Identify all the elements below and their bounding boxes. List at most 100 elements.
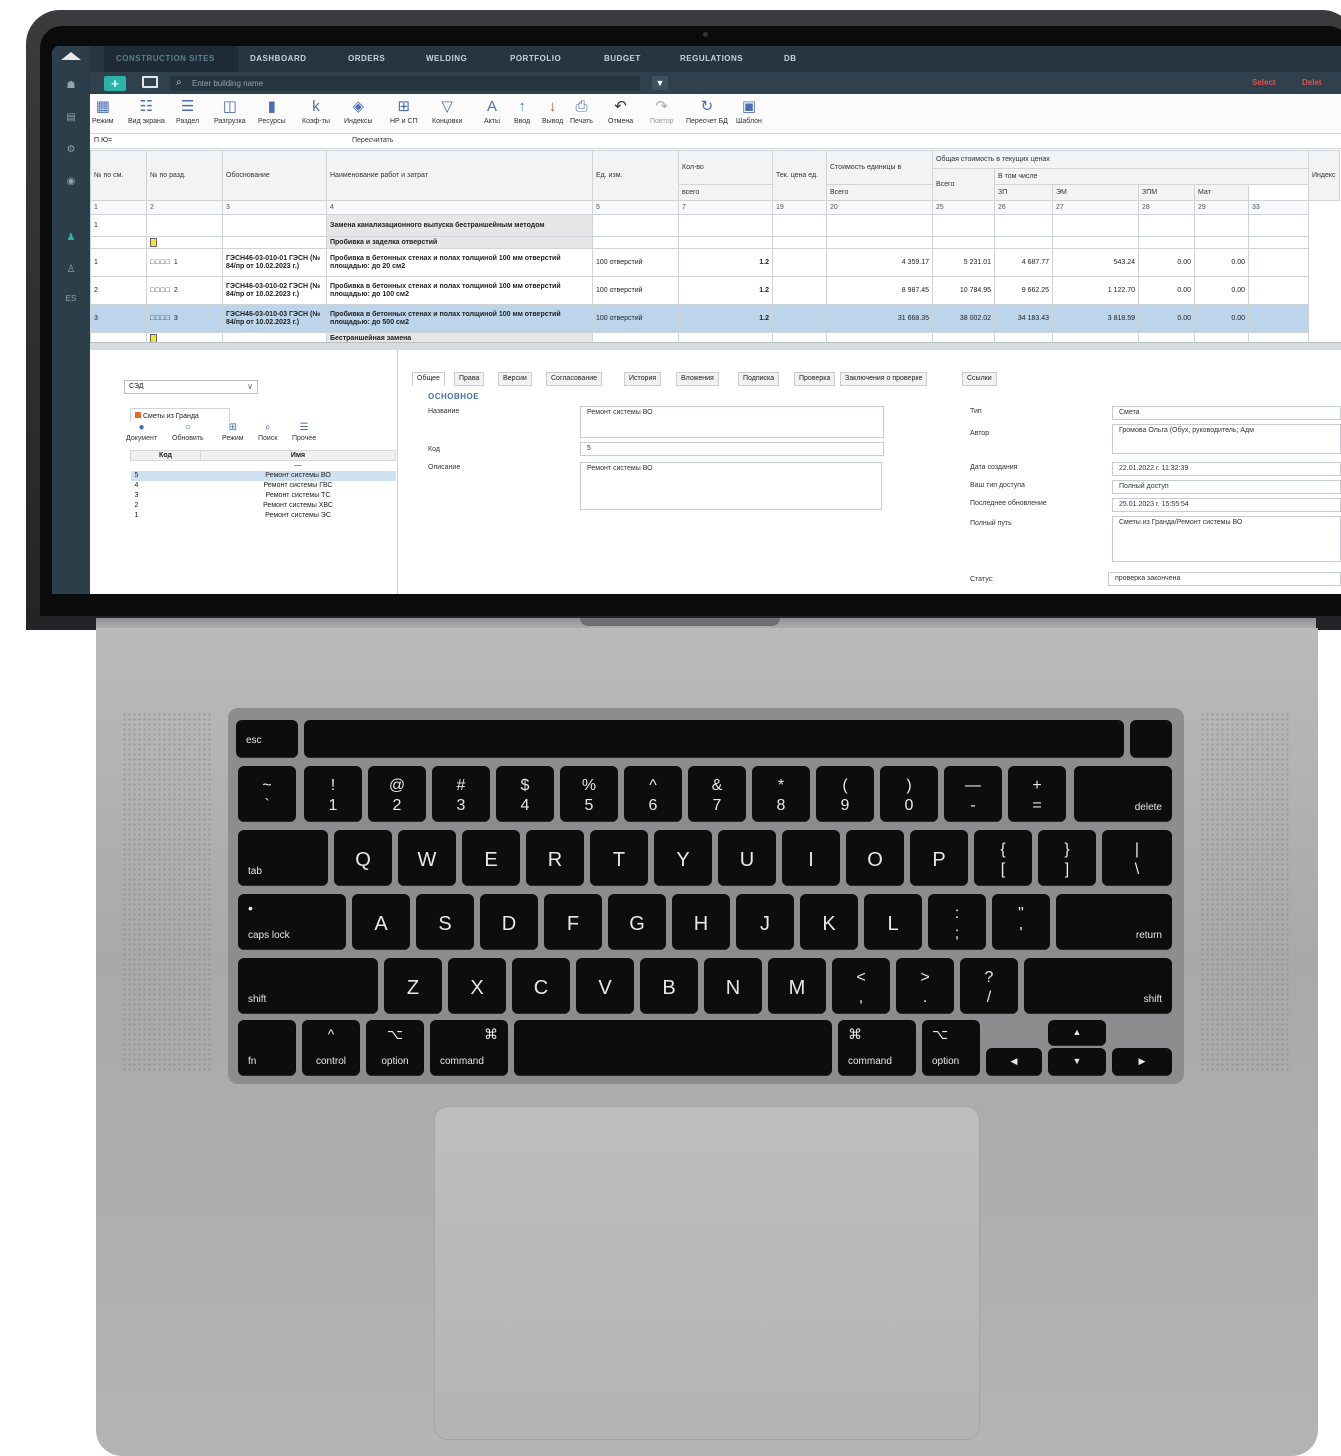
key-delete[interactable]: delete bbox=[1074, 766, 1172, 822]
key-w[interactable]: W bbox=[398, 830, 456, 886]
key-h[interactable]: H bbox=[672, 894, 730, 950]
redo-button[interactable]: ↷ Повтор bbox=[650, 96, 673, 125]
user-icon[interactable]: ♟ bbox=[52, 232, 90, 243]
tab-rights[interactable]: Права bbox=[454, 372, 485, 386]
mode-button[interactable]: ▦ Режим bbox=[92, 96, 114, 125]
key-caps-lock[interactable]: • caps lock bbox=[238, 894, 346, 950]
view-button[interactable]: ☷ Вид экрана bbox=[128, 96, 165, 125]
key-e[interactable]: E bbox=[462, 830, 520, 886]
key-period[interactable]: >. bbox=[896, 958, 954, 1014]
add-button[interactable]: + bbox=[104, 76, 126, 91]
description-field[interactable]: Ремонт системы ВО bbox=[580, 462, 882, 510]
tab-subscription[interactable]: Подписка bbox=[738, 372, 780, 386]
key-minus[interactable]: — - bbox=[944, 766, 1002, 822]
endings-button[interactable]: ▽ Концовки bbox=[432, 96, 462, 125]
key-quote[interactable]: " ' bbox=[992, 894, 1050, 950]
key-6[interactable]: ^ 6 bbox=[624, 766, 682, 822]
key-0[interactable]: ) 0 bbox=[880, 766, 938, 822]
key-1[interactable]: ! 1 bbox=[304, 766, 362, 822]
key-arrow-left[interactable]: ◀ bbox=[986, 1048, 1042, 1076]
eye-icon[interactable]: ◉ bbox=[52, 176, 90, 187]
list-item[interactable]: 1 Ремонт системы ЭС bbox=[131, 511, 396, 521]
author-field[interactable]: Громова Ольга (Обух, руководитель; Адм bbox=[1112, 424, 1341, 454]
folder-icon[interactable] bbox=[142, 76, 158, 88]
key-shift-right[interactable]: shift bbox=[1024, 958, 1172, 1014]
key-3[interactable]: #3 bbox=[432, 766, 490, 822]
key-t[interactable]: T bbox=[590, 830, 648, 886]
key-shift-left[interactable]: shift bbox=[238, 958, 378, 1014]
key-backtick[interactable]: ~ ` bbox=[238, 766, 296, 822]
more-button[interactable]: ☰ Прочее bbox=[292, 422, 316, 442]
undo-button[interactable]: ↶ Отмена bbox=[608, 96, 633, 125]
key-s[interactable]: S bbox=[416, 894, 474, 950]
key-8[interactable]: * 8 bbox=[752, 766, 810, 822]
key-space[interactable] bbox=[514, 1020, 832, 1076]
tab-construction-sites[interactable]: CONSTRUCTION SITES bbox=[104, 46, 238, 72]
template-button[interactable]: ▣ Шаблон bbox=[736, 96, 762, 125]
key-i[interactable]: I bbox=[782, 830, 840, 886]
key-left-bracket[interactable]: {[ bbox=[974, 830, 1032, 886]
tab-dashboard[interactable]: DASHBOARD bbox=[250, 46, 307, 72]
tab-history[interactable]: История bbox=[624, 372, 662, 386]
layers-icon[interactable]: ▤ bbox=[52, 112, 90, 123]
search-input[interactable] bbox=[192, 77, 612, 89]
tab-versions[interactable]: Версии bbox=[498, 372, 532, 386]
key-k[interactable]: K bbox=[800, 894, 858, 950]
key-f[interactable]: F bbox=[544, 894, 602, 950]
key-option-right[interactable]: ⌥ option bbox=[922, 1020, 980, 1076]
key-u[interactable]: U bbox=[718, 830, 776, 886]
key-arrow-up[interactable]: ▲ bbox=[1048, 1020, 1106, 1046]
key-equals[interactable]: + = bbox=[1008, 766, 1066, 822]
list-item[interactable]: 4 Ремонт системы ГВС bbox=[131, 481, 396, 491]
key-y[interactable]: Y bbox=[654, 830, 712, 886]
acts-button[interactable]: A Акты bbox=[484, 96, 500, 125]
key-p[interactable]: P bbox=[910, 830, 968, 886]
table-row-selected[interactable]: 3 □□□□ 3 ГЭСН46-03-010-03 ГЭСН (№ 84/пр … bbox=[90, 304, 1340, 333]
table-row[interactable]: Пробивка и заделка отверстий bbox=[90, 236, 1340, 249]
key-arrow-right[interactable]: ▶ bbox=[1112, 1048, 1172, 1076]
key-9[interactable]: (9 bbox=[816, 766, 874, 822]
find-button[interactable]: ⌕ Поиск bbox=[258, 422, 277, 442]
tab-regulations[interactable]: REGULATIONS bbox=[680, 46, 743, 72]
source-select[interactable]: СЭД ∨ bbox=[124, 380, 258, 394]
select-link[interactable]: Select bbox=[1252, 78, 1276, 87]
list-item-selected[interactable]: 5 Ремонт системы ВО bbox=[130, 470, 396, 481]
coefficients-button[interactable]: k Коэф-ты bbox=[302, 96, 330, 125]
key-fn[interactable]: fn bbox=[238, 1020, 296, 1076]
pane-splitter[interactable] bbox=[90, 342, 1341, 350]
key-j[interactable]: J bbox=[736, 894, 794, 950]
key-arrow-down[interactable]: ▼ bbox=[1048, 1048, 1106, 1076]
tab-orders[interactable]: ORDERS bbox=[348, 46, 385, 72]
tab-check[interactable]: Проверка bbox=[794, 372, 836, 386]
trackpad[interactable] bbox=[434, 1106, 980, 1440]
touch-bar[interactable] bbox=[304, 720, 1124, 758]
key-right-bracket[interactable]: }] bbox=[1038, 830, 1096, 886]
tab-db[interactable]: DB bbox=[784, 46, 797, 72]
person-icon[interactable]: ♙ bbox=[52, 264, 90, 275]
nr-sp-button[interactable]: ⊞ НР и СП bbox=[390, 96, 418, 125]
key-slash[interactable]: ? / bbox=[960, 958, 1018, 1014]
key-r[interactable]: R bbox=[526, 830, 584, 886]
type-field[interactable]: Смета bbox=[1112, 406, 1341, 420]
key-esc[interactable]: esc bbox=[236, 720, 298, 758]
settings-icon[interactable]: ⚙ bbox=[52, 144, 90, 155]
tab-check-conclusions[interactable]: Заключения о проверке bbox=[840, 372, 928, 386]
key-4[interactable]: $4 bbox=[496, 766, 554, 822]
tab-budget[interactable]: BUDGET bbox=[604, 46, 641, 72]
tab-links[interactable]: Ссылки bbox=[962, 372, 997, 386]
key-comma[interactable]: <, bbox=[832, 958, 890, 1014]
table-row[interactable]: 2 □□□□ 2 ГЭСН46-03-010-02 ГЭСН (№ 84/пр … bbox=[90, 276, 1340, 305]
key-2[interactable]: @2 bbox=[368, 766, 426, 822]
list-item[interactable]: 2 Ремонт системы ХВС bbox=[131, 501, 396, 511]
indexes-button[interactable]: ◈ Индексы bbox=[344, 96, 373, 125]
tab-general[interactable]: Общее bbox=[412, 372, 445, 386]
filter-icon[interactable]: ▼ bbox=[652, 76, 668, 90]
table-row[interactable]: 1 □□□□ 1 ГЭСН46-03-010-01 ГЭСН (№ 84/пр … bbox=[90, 248, 1340, 277]
key-n[interactable]: N bbox=[704, 958, 762, 1014]
key-tab[interactable]: tab bbox=[238, 830, 328, 886]
tab-approval[interactable]: Согласование bbox=[546, 372, 602, 386]
key-backslash[interactable]: | \ bbox=[1102, 830, 1172, 886]
key-m[interactable]: M bbox=[768, 958, 826, 1014]
print-button[interactable]: ⎙ Печать bbox=[570, 96, 593, 125]
unload-button[interactable]: ◫ Разгрузка bbox=[214, 96, 246, 125]
